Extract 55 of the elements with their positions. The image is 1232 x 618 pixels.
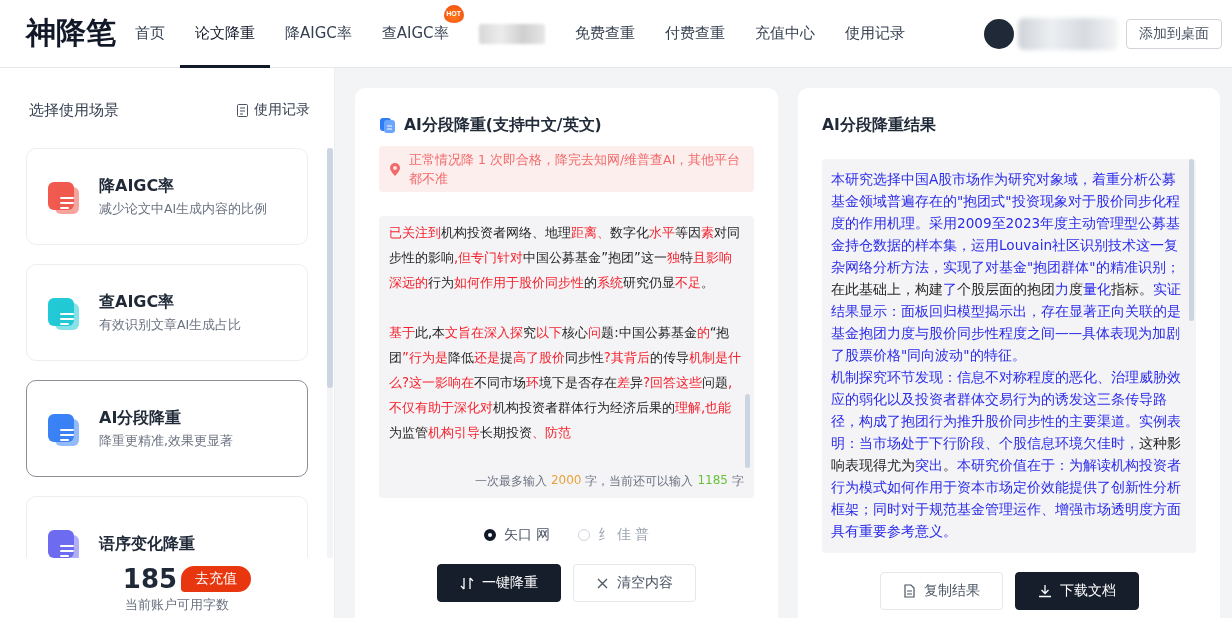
counter-text: 一次最多输入 xyxy=(474,473,547,490)
primary-button[interactable]: 下载文档 xyxy=(1014,572,1139,610)
primary-button[interactable]: 一键降重 xyxy=(437,564,561,602)
card-description: 降重更精准,效果更显著 xyxy=(99,432,233,450)
avatar[interactable] xyxy=(984,18,1014,49)
paragraph: 机制探究环节发现：信息不对称程度的恶化、治理威胁效应的弱化以及投资者群体交易行为的诱发这三条传导路径，构成了抱团行为推升股价同步性的主要渠道。实例表明：当市场处于下行阶段、个股信息环境欠佳时，这种影响表现得尤为突出。本研究价值在于：为解读机构投资者行为模式如何作用于资本市场定价效能提供了创新性分析框架；同时对于规范基金管理运作、增强市场透明度方面具有重要参考意义。 xyxy=(831,368,1182,541)
document-icon xyxy=(902,584,916,598)
card-title: AI分段降重(支持中文/英文) xyxy=(404,114,602,136)
balance-count: 185 xyxy=(122,564,178,594)
section-title: 选择使用场景 xyxy=(29,100,119,120)
scenario-card[interactable]: 查AIGC率 有效识别文章AI生成占比 xyxy=(26,264,308,361)
remaining-count: 1185 xyxy=(697,473,728,489)
radio-button[interactable] xyxy=(483,529,496,541)
card-description: 有效识别文章AI生成占比 xyxy=(99,316,242,334)
scenario-card[interactable]: 降AIGC率 减少论文中AI生成内容的比例 xyxy=(26,148,308,245)
download-icon xyxy=(1037,584,1052,598)
nav-tab[interactable]: 付费查重 xyxy=(664,24,725,43)
document-stack-icon xyxy=(379,116,396,134)
scrollbar-thumb[interactable] xyxy=(327,148,333,388)
site-logo[interactable]: 神降笔 xyxy=(26,13,116,54)
nav-tab[interactable]: 充值中心 xyxy=(754,24,815,43)
card-title: 降AIGC率 xyxy=(99,175,176,197)
card-title: 查AIGC率 xyxy=(99,291,176,313)
nav-tab[interactable]: 免费查重 xyxy=(574,24,635,43)
scrollbar-thumb[interactable] xyxy=(1189,159,1194,321)
max-count: 2000 xyxy=(550,473,582,489)
nav-tab[interactable]: 首页 xyxy=(135,24,165,43)
balance-label: 当前账户可用字数 xyxy=(125,596,229,614)
secondary-button[interactable]: 清空内容 xyxy=(573,564,696,602)
card-description: 减少论文中AI生成内容的比例 xyxy=(99,200,268,218)
counter-text: 字，当前还可以输入 xyxy=(585,473,694,490)
nav-tab[interactable]: 查AIGC率 xyxy=(381,24,449,43)
counter-text: 字 xyxy=(732,473,744,490)
radio-option[interactable]: 矢口 网 xyxy=(483,526,551,544)
card-title: AI分段降重 xyxy=(99,407,183,429)
card-title: AI分段降重结果 xyxy=(822,114,937,136)
document-icon xyxy=(236,102,249,118)
close-icon xyxy=(596,576,609,590)
add-to-desktop-button[interactable]: 添加到桌面 xyxy=(1126,18,1222,49)
history-link[interactable]: 使用记录 xyxy=(236,101,310,119)
scrollbar-thumb[interactable] xyxy=(745,394,750,468)
paragraph: 本研究选择中国A股市场作为研究对象域，着重分析公募基金领域普遍存在的"抱团式"投资现象对于股价同步化程度的作用机理。采用2009至2023年度主动管理型公募基金持仓数据的样本集，运用Louvain社区识别技术这一复杂网络分析方法，实现了对基金"抱团群体"的精准识别； 在此基础上，构建了个股层面的抱团力度量化指标。实证结果显示：面板回归模型揭示出，存在显著正向关联的是基金抱团力度与股价同步性程度之间——具体表现为加剧了股票价格"同向波动"的特征。 xyxy=(831,170,1182,365)
swap-arrows-icon xyxy=(460,576,474,590)
notice-text: 正常情况降 1 次即合格，降完去知网/维普查AI，其他平台都不准 xyxy=(409,151,742,188)
scenario-card[interactable]: AI分段降重 降重更精准,效果更显著 xyxy=(26,380,308,477)
paragraph: 基于此,本文旨在深入探究以下核心问题:中国公募基金的“抱团”行为是降低还是提高了股价同步性?其背后的传导机制是什么?这一影响在不同市场环境下是否存在差异?回答这些问题,不仅有助于深化对机构投资者群体行为经济后果的理解,也能 为监管机构引导长期投资、防范 xyxy=(389,324,742,442)
recharge-button[interactable]: 去充值 xyxy=(181,566,252,592)
nav-tab[interactable]: 使用记录 xyxy=(844,24,905,43)
secondary-button[interactable]: 复制结果 xyxy=(879,572,1003,610)
paragraph: 已关注到机构投资者网络、地理距离、数字化水平等因素对同步性的影响,但专门针对中国公募基金”抱团”这一独特且影响深远的行为如何作用于股价同步性的系统研究仍显不足。 xyxy=(389,224,741,292)
nav-tab[interactable]: 降AIGC率 xyxy=(285,24,352,43)
text-input-area[interactable] xyxy=(379,216,754,498)
nav-tab[interactable]: 论文降重 xyxy=(195,24,255,43)
location-pin-icon xyxy=(389,161,401,177)
card-title: 语序变化降重 xyxy=(99,534,195,555)
